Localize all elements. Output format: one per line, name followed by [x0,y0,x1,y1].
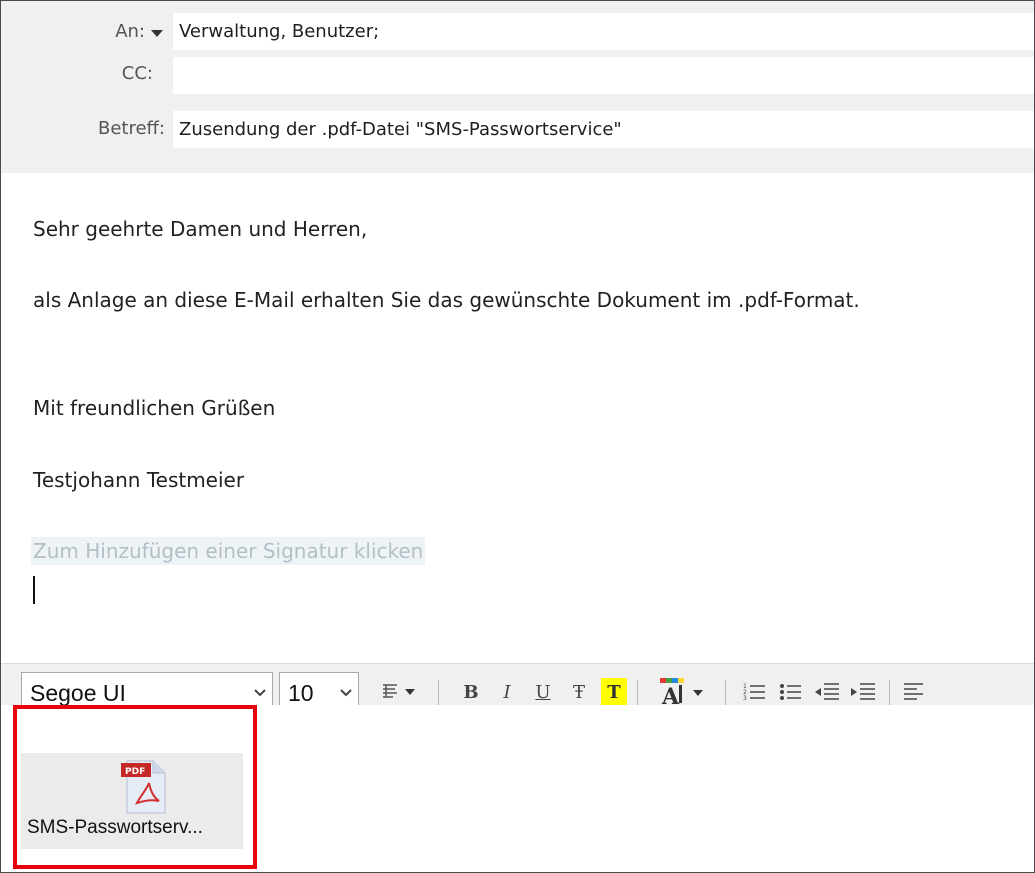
toolbar-separator [889,680,890,706]
strikethrough-button[interactable]: Ŧ [567,678,591,706]
toolbar-separator [637,680,638,706]
attachment-tile: PDF SMS-Passwortserv... [21,753,243,849]
svg-text:3: 3 [743,695,747,702]
mail-compose-window: An: Verwaltung, Benutzer; CC: Betreff: Z… [0,0,1035,873]
font-color-icon: A [660,678,703,707]
increase-indent-button[interactable] [849,678,877,706]
paragraph-format-button[interactable] [377,678,427,706]
body-text: als Anlage an diese E-Mail erhalten Sie … [33,288,860,312]
increase-indent-icon [851,683,875,700]
align-icon [904,683,923,700]
font-color-button[interactable]: A [653,678,715,707]
chevron-down-icon [151,29,163,37]
formatting-toolbar: Segoe UI 10 B I U Ŧ T A 1 2 3 [1,663,1034,714]
mail-header: An: Verwaltung, Benutzer; CC: Betreff: Z… [1,1,1034,173]
svg-text:A: A [661,684,680,707]
font-size-value: 10 [288,679,314,706]
underline-button[interactable]: U [531,678,555,706]
pdf-badge-text: PDF [125,767,145,777]
align-button[interactable] [901,678,927,706]
attachment-item[interactable]: PDF SMS-Passwortserv... [17,749,251,857]
paragraph-format-icon [383,684,415,698]
bold-button[interactable]: B [459,678,483,706]
decrease-indent-icon [815,683,839,700]
to-dropdown-button[interactable]: An: [93,19,163,45]
highlight-button[interactable]: T [601,678,627,706]
font-family-value: Segoe UI [30,679,126,706]
italic-button[interactable]: I [495,678,519,706]
signature-placeholder[interactable]: Zum Hinzufügen einer Signatur klicken [31,537,426,565]
sender-name: Testjohann Testmeier [33,468,245,492]
mail-body-editor[interactable]: Sehr geehrte Damen und Herren, als Anlag… [1,173,1034,663]
cc-field[interactable] [173,57,1034,94]
subject-label: Betreff: [97,118,165,139]
decrease-indent-button[interactable] [813,678,841,706]
attachment-area: PDF SMS-Passwortserv... [1,705,1034,872]
cc-label: CC: [121,63,153,84]
greeting-text: Sehr geehrte Damen und Herren, [33,217,368,241]
toolbar-separator [725,680,726,706]
pdf-file-icon: PDF [121,760,166,814]
numbered-list-icon: 123 [743,683,765,702]
to-label: An: [115,21,145,42]
toolbar-separator [438,680,439,706]
numbered-list-button[interactable]: 123 [741,678,769,706]
to-field[interactable]: Verwaltung, Benutzer; [173,13,1034,50]
bullet-list-button[interactable] [777,678,805,706]
attachment-filename: SMS-Passwortserv... [27,817,203,838]
text-cursor [33,576,35,604]
subject-field[interactable]: Zusendung der .pdf-Datei "SMS-Passwortse… [173,111,1034,148]
closing-text: Mit freundlichen Grüßen [33,396,276,420]
bullet-list-icon [780,684,801,700]
